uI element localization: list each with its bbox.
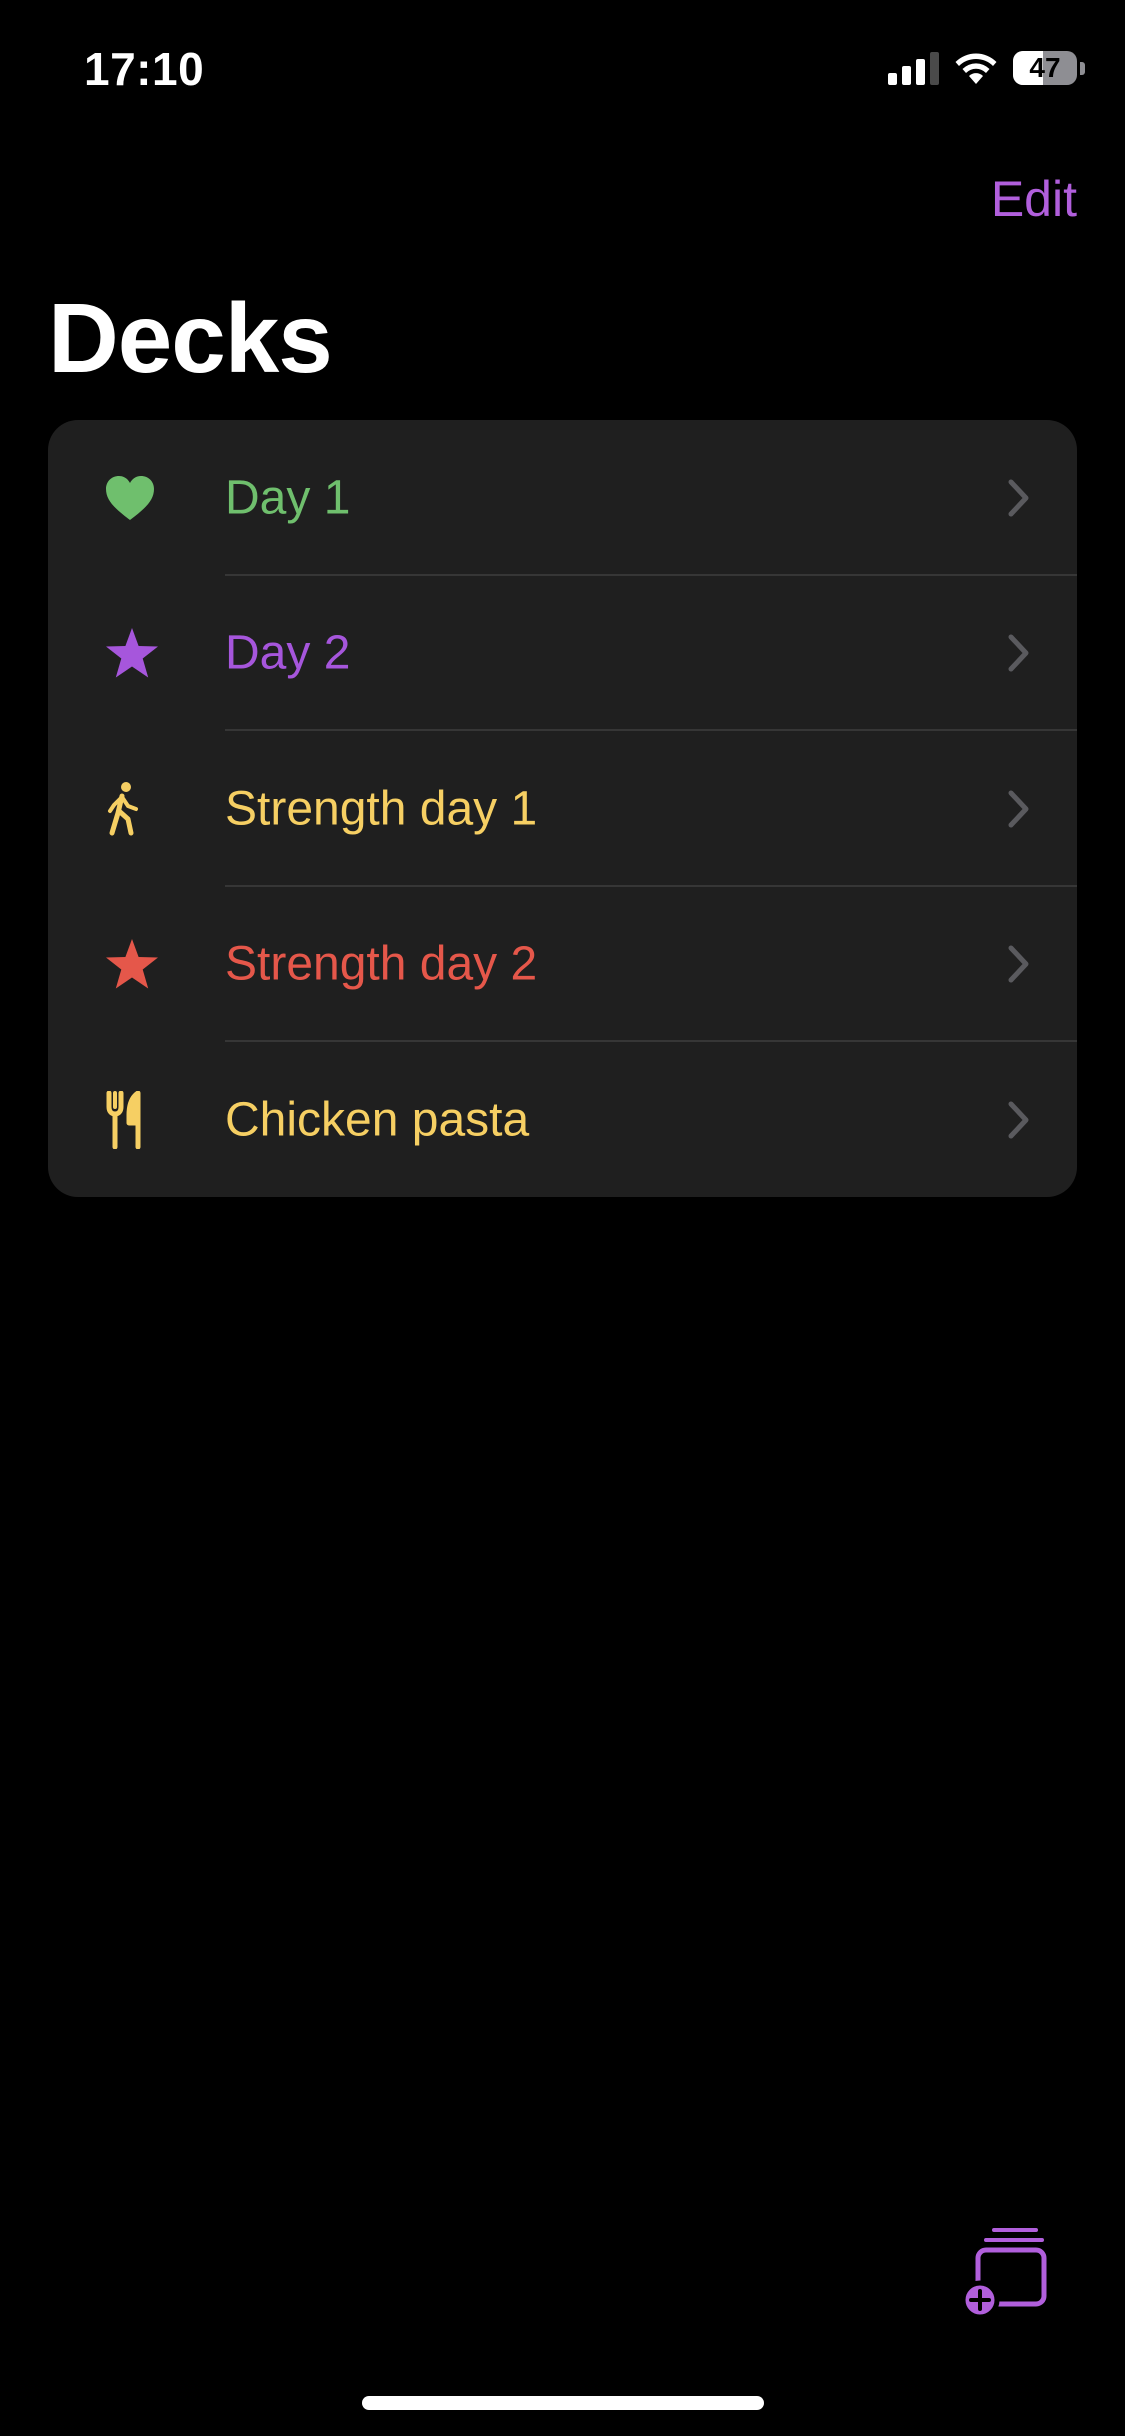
heart-icon	[104, 468, 156, 528]
deck-label: Strength day 1	[225, 782, 538, 836]
chevron-right-icon	[1008, 1101, 1029, 1139]
battery-tip	[1080, 61, 1085, 75]
chevron-right-icon	[1008, 479, 1029, 517]
add-deck-button[interactable]	[958, 2222, 1048, 2322]
edit-button[interactable]: Edit	[991, 170, 1077, 228]
status-time: 17:10	[84, 43, 205, 95]
deck-label: Day 2	[225, 626, 351, 680]
deck-row-chicken-pasta[interactable]: Chicken pasta	[48, 1042, 1077, 1197]
chevron-right-icon	[1008, 945, 1029, 983]
deck-row-day-2[interactable]: Day 2	[48, 576, 1077, 731]
deck-label: Day 1	[225, 471, 351, 525]
deck-row-strength-day-2[interactable]: Strength day 2	[48, 887, 1077, 1042]
star-icon	[104, 934, 160, 994]
status-bar: 17:10 47	[0, 0, 1125, 132]
deck-row-day-1[interactable]: Day 1	[48, 420, 1077, 576]
deck-label: Chicken pasta	[225, 1093, 530, 1147]
deck-label: Strength day 2	[225, 937, 538, 991]
chevron-right-icon	[1008, 790, 1029, 828]
page-title: Decks	[48, 283, 333, 393]
wifi-icon	[955, 53, 997, 84]
home-indicator	[362, 2396, 764, 2410]
deck-row-strength-day-1[interactable]: Strength day 1	[48, 731, 1077, 887]
fork-knife-icon	[104, 1090, 144, 1150]
star-icon	[104, 623, 160, 683]
battery-icon: 47	[1013, 51, 1077, 85]
status-icons: 47	[888, 48, 1085, 88]
deck-list: Day 1 Day 2 Strength day 1 Strength day …	[48, 420, 1077, 1197]
battery-level: 47	[1029, 52, 1061, 83]
walking-person-icon	[104, 779, 144, 839]
add-deck-icon	[960, 2228, 1047, 2320]
chevron-right-icon	[1008, 634, 1029, 672]
cellular-signal-icon	[888, 51, 939, 85]
